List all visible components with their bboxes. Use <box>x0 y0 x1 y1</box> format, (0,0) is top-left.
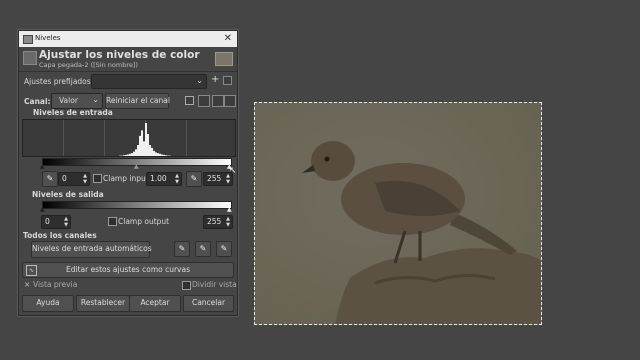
mouse-cursor-icon: ↖ <box>229 166 237 176</box>
histogram-mode-icon[interactable] <box>212 95 224 107</box>
channel-value: Valor <box>59 96 78 105</box>
gray-point-picker-icon[interactable]: ✎ <box>186 171 202 187</box>
input-low-handle[interactable]: ▲ <box>40 163 45 170</box>
black-point-picker-icon[interactable]: ✎ <box>42 171 58 187</box>
dialog-heading: Ajustar los niveles de color <box>39 49 200 61</box>
input-gamma-value: 1.00 <box>150 174 167 183</box>
clamp-output-label: Clamp output <box>118 217 170 226</box>
output-high-handle[interactable]: ▲ <box>227 206 232 213</box>
clamp-input-label: Clamp input <box>103 174 149 183</box>
image-canvas[interactable] <box>254 102 542 325</box>
split-view-label: Dividir vista <box>192 280 237 289</box>
histogram-shape <box>119 123 171 156</box>
input-gamma-spin[interactable]: 1.00 ▲ ▼ <box>146 172 182 186</box>
split-view-checkbox[interactable] <box>182 281 191 290</box>
divider <box>19 71 237 72</box>
output-low-value: 0 <box>45 217 50 226</box>
linear-histogram-icon[interactable] <box>185 96 194 105</box>
window-title: Niveles <box>35 34 61 42</box>
bird-photo <box>255 103 541 324</box>
histogram-mode-alt-icon[interactable] <box>224 95 236 107</box>
reset-channel-button[interactable]: Reiniciar el canal <box>105 93 170 109</box>
output-high-spin[interactable]: 255 ▲ ▼ <box>203 215 233 229</box>
levels-app-icon <box>23 35 33 44</box>
output-high-value: 255 <box>207 217 222 226</box>
output-gradient-bar <box>42 201 232 209</box>
edit-as-curves-button[interactable]: ∿ Editar estos ajustes como curvas <box>22 262 234 278</box>
clamp-input-checkbox[interactable] <box>93 174 102 183</box>
log-histogram-icon[interactable] <box>198 95 210 107</box>
reset-button[interactable]: Restablecer <box>76 295 130 312</box>
layer-thumbnail <box>215 52 233 66</box>
dialog-titlebar[interactable]: Niveles ✕ <box>19 31 237 47</box>
channel-label: Canal: <box>24 97 51 106</box>
preview-label: Vista previa <box>33 280 78 289</box>
channel-combo[interactable]: Valor ⌄ <box>51 93 103 109</box>
output-low-spin[interactable]: 0 ▲ ▼ <box>41 215 71 229</box>
pick-white-point-icon[interactable]: ✎ <box>216 241 232 257</box>
cancel-button[interactable]: Cancelar <box>183 295 234 312</box>
ok-button[interactable]: Aceptar <box>129 295 181 312</box>
close-icon[interactable]: ✕ <box>224 33 232 44</box>
input-low-spin[interactable]: 0 ▲ ▼ <box>58 172 90 186</box>
chevron-down-icon: ⌄ <box>92 95 99 104</box>
output-levels-title: Niveles de salida <box>32 190 104 199</box>
pick-gray-point-icon[interactable]: ✎ <box>195 241 211 257</box>
output-low-handle[interactable]: ▲ <box>40 206 45 213</box>
input-high-value: 255 <box>207 174 222 183</box>
pick-black-point-icon[interactable]: ✎ <box>174 241 190 257</box>
curves-icon: ∿ <box>26 265 37 276</box>
histogram-graph <box>119 123 171 156</box>
presets-label: Ajustes prefijados: <box>24 77 94 86</box>
edit-as-curves-label: Editar estos ajustes como curvas <box>65 265 190 274</box>
plus-icon[interactable]: + <box>211 74 219 85</box>
help-button[interactable]: Ayuda <box>22 295 74 312</box>
layer-subheading: Capa pegada-2 ([Sin nombre]) <box>39 61 138 69</box>
manage-presets-icon[interactable] <box>223 76 232 85</box>
input-gamma-handle[interactable]: ▲ <box>134 163 139 170</box>
clamp-output-checkbox[interactable] <box>108 217 117 226</box>
auto-input-levels-button[interactable]: Niveles de entrada automáticos <box>31 241 152 258</box>
input-low-value: 0 <box>62 174 67 183</box>
levels-icon <box>23 51 37 65</box>
chevron-down-icon: ⌄ <box>196 76 203 85</box>
all-channels-title: Todos los canales <box>23 231 97 240</box>
preview-checkmark[interactable]: × <box>24 280 30 289</box>
input-levels-title: Niveles de entrada <box>33 108 113 117</box>
presets-combo[interactable]: ⌄ <box>91 74 207 89</box>
histogram[interactable] <box>22 119 236 157</box>
